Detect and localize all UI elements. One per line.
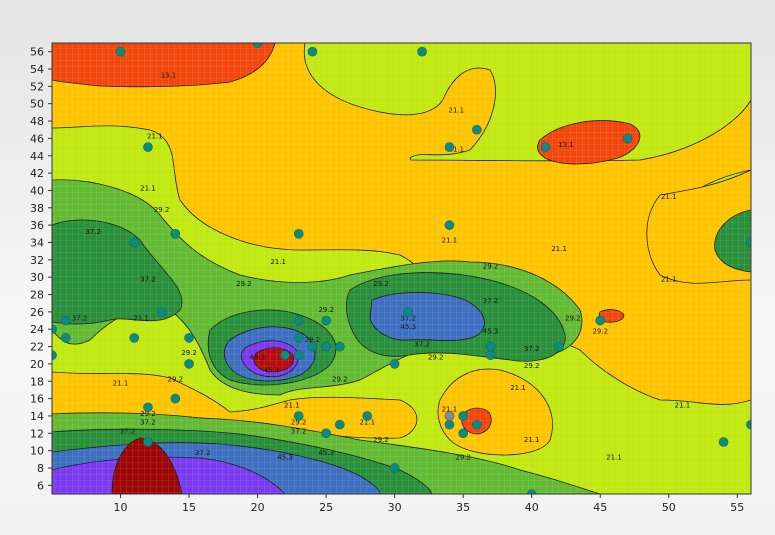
y-tick-label: 28 bbox=[30, 289, 44, 302]
x-tick-label: 55 bbox=[730, 501, 744, 514]
x-tick-label: 15 bbox=[182, 501, 196, 514]
y-tick-label: 50 bbox=[30, 98, 44, 111]
data-point bbox=[293, 350, 304, 361]
contour-chart-svg: 13.121.121.121.113.121.129.221.121.129.2… bbox=[30, 42, 752, 514]
data-point bbox=[472, 124, 482, 135]
data-point bbox=[60, 333, 71, 343]
data-point bbox=[472, 419, 482, 430]
data-point bbox=[129, 333, 140, 343]
data-point bbox=[595, 315, 606, 326]
y-axis: 6 8 10 12 14 16 18 20 22 24 26 28 30 32 34 36 38 40 42 44 46… bbox=[30, 46, 52, 492]
data-point bbox=[293, 333, 304, 343]
x-tick-label: 45 bbox=[593, 501, 607, 514]
data-point bbox=[307, 341, 318, 352]
y-tick-label: 6 bbox=[37, 479, 44, 492]
data-point bbox=[389, 359, 400, 369]
data-point bbox=[458, 411, 468, 421]
y-tick-label: 14 bbox=[30, 410, 44, 423]
data-point bbox=[143, 402, 153, 413]
y-tick-label: 56 bbox=[30, 46, 44, 59]
data-point bbox=[485, 341, 496, 352]
data-point bbox=[143, 142, 153, 152]
y-tick-label: 40 bbox=[30, 184, 44, 197]
y-tick-label: 54 bbox=[30, 63, 44, 76]
y-tick-label: 46 bbox=[30, 132, 44, 145]
y-tick-label: 30 bbox=[30, 271, 44, 284]
data-point bbox=[60, 315, 71, 326]
x-tick-label: 35 bbox=[456, 501, 470, 514]
data-point bbox=[321, 428, 331, 439]
data-point bbox=[184, 359, 194, 369]
highlighted-data-point bbox=[444, 411, 455, 421]
x-tick-label: 50 bbox=[662, 501, 676, 514]
data-point bbox=[307, 46, 318, 57]
y-tick-label: 36 bbox=[30, 219, 44, 232]
data-point bbox=[444, 419, 455, 430]
data-point bbox=[335, 341, 345, 352]
data-point bbox=[170, 393, 181, 404]
x-tick-label: 10 bbox=[114, 501, 128, 514]
data-point bbox=[554, 341, 564, 352]
x-axis: 10 15 20 25 30 35 40 45 50 55 bbox=[114, 494, 744, 514]
y-tick-label: 20 bbox=[30, 358, 44, 371]
data-point bbox=[403, 307, 414, 317]
data-point bbox=[156, 307, 167, 317]
y-tick-label: 22 bbox=[30, 341, 44, 354]
y-tick-label: 34 bbox=[30, 236, 44, 249]
contour-chart: 13.121.121.121.113.121.129.221.121.129.2… bbox=[0, 0, 775, 535]
data-point bbox=[293, 229, 304, 239]
data-point bbox=[417, 46, 427, 57]
data-point bbox=[280, 350, 290, 361]
data-point bbox=[718, 437, 729, 447]
y-tick-label: 12 bbox=[30, 427, 44, 440]
data-point bbox=[389, 463, 400, 473]
x-tick-label: 25 bbox=[319, 501, 333, 514]
y-tick-label: 24 bbox=[30, 323, 44, 336]
x-tick-label: 20 bbox=[251, 501, 265, 514]
data-point bbox=[540, 142, 551, 152]
data-point bbox=[321, 315, 331, 326]
y-tick-label: 8 bbox=[37, 462, 44, 475]
data-point bbox=[485, 350, 496, 361]
data-point bbox=[444, 220, 455, 230]
data-point bbox=[115, 46, 126, 57]
x-tick-label: 30 bbox=[388, 501, 402, 514]
data-point bbox=[143, 437, 153, 447]
y-tick-label: 16 bbox=[30, 393, 44, 406]
data-point bbox=[362, 411, 373, 421]
data-point bbox=[622, 133, 633, 144]
data-point bbox=[170, 229, 181, 239]
x-tick-label: 40 bbox=[525, 501, 539, 514]
y-tick-label: 10 bbox=[30, 445, 44, 458]
data-point bbox=[444, 142, 455, 152]
y-tick-label: 26 bbox=[30, 306, 44, 319]
y-tick-label: 42 bbox=[30, 167, 44, 180]
y-tick-label: 52 bbox=[30, 80, 44, 93]
y-tick-label: 48 bbox=[30, 115, 44, 128]
data-point bbox=[321, 341, 331, 352]
y-tick-label: 38 bbox=[30, 202, 44, 215]
plot-area: 13.121.121.121.113.121.129.221.121.129.2… bbox=[52, 43, 751, 494]
data-point bbox=[184, 333, 194, 343]
y-tick-label: 32 bbox=[30, 254, 44, 267]
y-tick-label: 44 bbox=[30, 150, 44, 163]
data-point bbox=[458, 428, 468, 439]
data-point bbox=[293, 411, 304, 421]
data-point bbox=[335, 419, 345, 430]
data-point bbox=[129, 237, 140, 248]
data-point bbox=[293, 315, 304, 326]
y-tick-label: 18 bbox=[30, 375, 44, 388]
grid-overlay bbox=[52, 43, 751, 494]
